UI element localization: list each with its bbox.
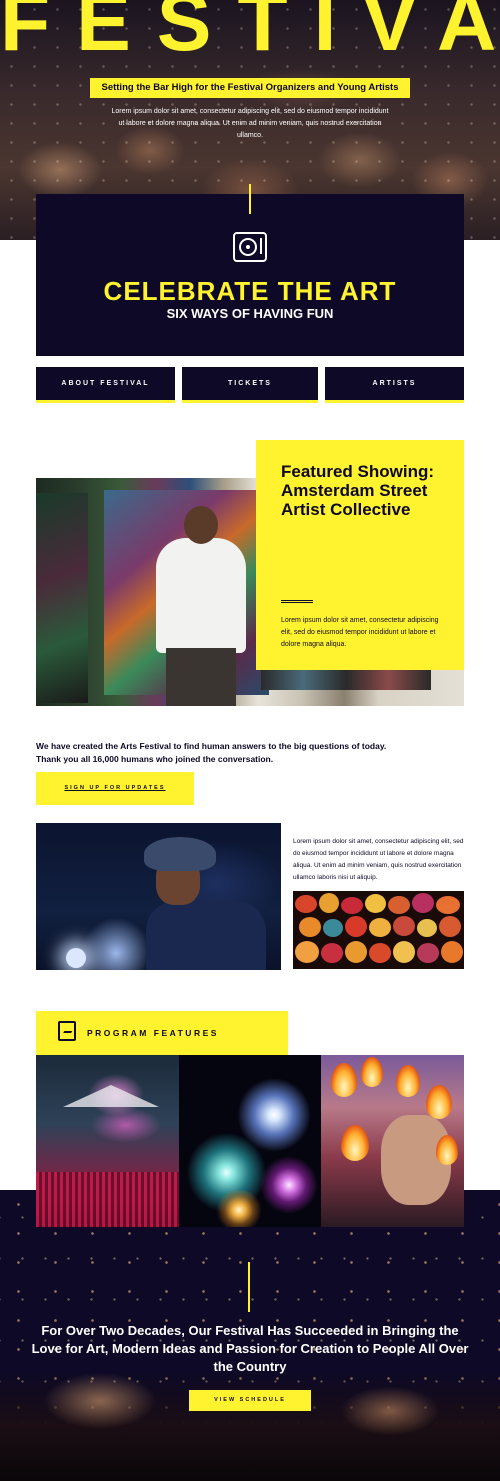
nav-tickets-button[interactable]: TICKETS [182, 367, 318, 403]
celebrate-subtitle: SIX WAYS OF HAVING FUN [166, 306, 334, 321]
sign-up-button[interactable]: SIGN UP FOR UPDATES [36, 772, 194, 805]
concert-stage-photo [36, 1055, 179, 1227]
featured-showing-card: Featured Showing: Amsterdam Street Artis… [256, 440, 464, 670]
intro-line-1: We have created the Arts Festival to fin… [36, 741, 387, 751]
divider [281, 600, 313, 603]
celebrate-panel: CELEBRATE THE ART SIX WAYS OF HAVING FUN [36, 184, 464, 356]
hero-title: FESTIVAL [0, 0, 500, 68]
celebrate-title: CELEBRATE THE ART [103, 276, 397, 306]
featured-text: Lorem ipsum dolor sit amet, consectetur … [281, 617, 439, 648]
singer-section-text: Lorem ipsum dolor sit amet, consectetur … [293, 838, 464, 881]
intro-text: We have created the Arts Festival to fin… [36, 740, 436, 765]
view-schedule-button[interactable]: VIEW SCHEDULE [189, 1390, 311, 1411]
fire-performer-photo [321, 1055, 464, 1227]
gallery-icon [58, 1021, 76, 1041]
turntable-icon [233, 232, 267, 262]
nav-about-festival-button[interactable]: ABOUT FESTIVAL [36, 367, 175, 403]
hero-tagline: Setting the Bar High for the Festival Or… [90, 78, 410, 98]
singer-photo [36, 823, 281, 970]
accent-vertical-line [249, 184, 251, 214]
accent-vertical-line [248, 1262, 250, 1312]
lanterns-photo [293, 891, 464, 969]
program-features-header: PROGRAM FEATURES [36, 1011, 288, 1055]
featured-title: Featured Showing: Amsterdam Street Artis… [281, 462, 434, 519]
closing-heading: For Over Two Decades, Our Festival Has S… [31, 1323, 469, 1374]
fireworks-photo [179, 1055, 321, 1227]
program-features-label: PROGRAM FEATURES [87, 1028, 219, 1038]
hero-body-text: Lorem ipsum dolor sit amet, consectetur … [111, 108, 389, 139]
intro-line-2: Thank you all 16,000 humans who joined t… [36, 753, 274, 764]
nav-artists-button[interactable]: ARTISTS [325, 367, 464, 403]
